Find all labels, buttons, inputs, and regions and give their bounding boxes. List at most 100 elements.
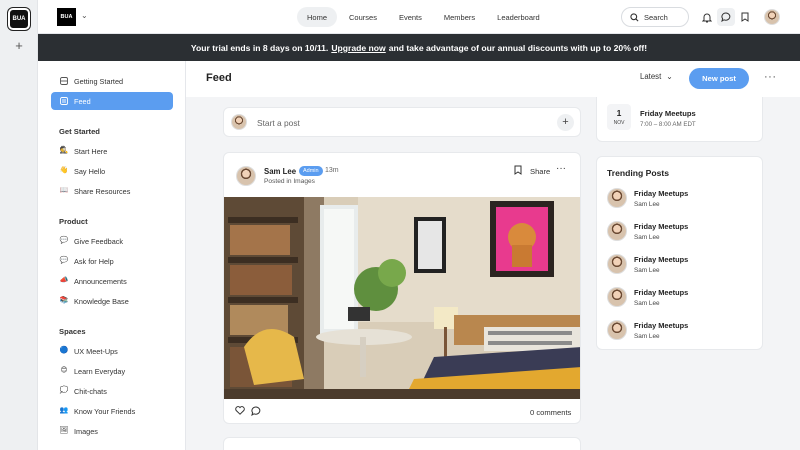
sidebar-item-label: Start Here xyxy=(74,146,108,156)
sidebar-item-start-here[interactable]: 🕵 Start Here xyxy=(51,142,173,160)
nav-members[interactable]: Members xyxy=(434,7,485,27)
user-avatar[interactable] xyxy=(764,9,780,25)
sidebar-item-label: Announcements xyxy=(74,276,127,286)
sidebar-item-label: Ask for Help xyxy=(74,256,114,266)
sidebar-item-chit-chats[interactable]: 💭 Chit-chats xyxy=(51,382,173,400)
avatar xyxy=(607,320,627,340)
sidebar-item-say-hello[interactable]: 👋 Say Hello xyxy=(51,162,173,180)
start-post-box[interactable]: Start a post + xyxy=(223,107,581,137)
trending-item[interactable]: Friday Meetups Sam Lee xyxy=(607,286,757,310)
section-title-spaces: Spaces xyxy=(59,327,86,336)
search-label: Search xyxy=(644,12,668,22)
sidebar-item-label: Know Your Friends xyxy=(74,406,136,416)
nav-home[interactable]: Home xyxy=(297,7,338,27)
more-options-icon[interactable]: ··· xyxy=(764,71,777,83)
bookmark-icon[interactable] xyxy=(736,8,754,26)
comment-icon[interactable] xyxy=(251,406,261,418)
sort-label: Latest xyxy=(640,72,662,81)
sidebar-item-images[interactable]: 🖼 Images xyxy=(51,422,173,440)
sidebar-item-learn-everyday[interactable]: 😊 Learn Everyday xyxy=(51,362,173,380)
nav-leaderboard[interactable]: Leaderboard xyxy=(487,7,550,27)
sidebar-item-label: Give Feedback xyxy=(74,236,124,246)
sidebar-item-give-feedback[interactable]: 💬 Give Feedback xyxy=(51,232,173,250)
book-icon: 📖 xyxy=(59,187,69,194)
event-month: NOV xyxy=(613,120,625,126)
trending-title: Trending Posts xyxy=(607,168,670,178)
sort-dropdown[interactable]: Latest ⌄ xyxy=(640,72,673,81)
sidebar-item-knowledge-base[interactable]: 📚 Knowledge Base xyxy=(51,292,173,310)
sidebar-item-know-your-friends[interactable]: 👥 Know Your Friends xyxy=(51,402,173,420)
sidebar-item-label: UX Meet-Ups xyxy=(74,346,118,356)
event-title[interactable]: Friday Meetups xyxy=(640,109,696,118)
sidebar-item-label: Share Resources xyxy=(74,186,131,196)
avatar[interactable] xyxy=(236,166,256,186)
comments-count[interactable]: 0 comments xyxy=(530,408,571,417)
detective-icon: 🕵 xyxy=(59,147,69,154)
wave-icon: 👋 xyxy=(59,167,69,174)
event-time: 7:00 – 8:00 AM EDT xyxy=(640,121,696,128)
nav-events[interactable]: Events xyxy=(389,7,432,27)
avatar xyxy=(607,287,627,307)
books-icon: 📚 xyxy=(59,297,69,304)
trending-post-title: Friday Meetups xyxy=(634,189,689,198)
search-button[interactable]: Search xyxy=(621,7,689,27)
workspace-logo[interactable]: BUA xyxy=(8,8,30,30)
chevron-down-icon[interactable]: ⌄ xyxy=(81,11,88,20)
bell-icon[interactable] xyxy=(698,8,716,26)
post-timestamp: 13m xyxy=(325,167,339,174)
sidebar-item-announcements[interactable]: 📣 Announcements xyxy=(51,272,173,290)
new-post-button[interactable]: New post xyxy=(689,68,749,89)
chat-icon[interactable] xyxy=(717,8,735,26)
sidebar-item-feed[interactable]: Feed xyxy=(51,92,173,110)
sidebar-item-label: Images xyxy=(74,426,98,436)
sidebar-item-share-resources[interactable]: 📖 Share Resources xyxy=(51,182,173,200)
trending-post-author: Sam Lee xyxy=(634,234,660,241)
trending-item[interactable]: Friday Meetups Sam Lee xyxy=(607,319,757,343)
trending-item[interactable]: Friday Meetups Sam Lee xyxy=(607,220,757,244)
admin-badge: Admin xyxy=(299,166,323,176)
feed-header: Feed Latest ⌄ New post ··· xyxy=(186,61,800,97)
section-title-product: Product xyxy=(59,217,88,226)
trending-post-title: Friday Meetups xyxy=(634,288,689,297)
trending-post-title: Friday Meetups xyxy=(634,255,689,264)
sidebar-item-ask-for-help[interactable]: 💬 Ask for Help xyxy=(51,252,173,270)
more-options-icon[interactable]: ··· xyxy=(556,163,566,174)
upcoming-event-card[interactable]: 1 NOV Friday Meetups 7:00 – 8:00 AM EDT xyxy=(596,97,763,142)
trending-post-author: Sam Lee xyxy=(634,333,660,340)
trending-post-author: Sam Lee xyxy=(634,300,660,307)
brand-logo[interactable]: BUA xyxy=(57,8,76,26)
speech-bubble-icon: 💬 xyxy=(59,237,69,244)
post-space[interactable]: Posted in Images xyxy=(264,178,315,185)
add-workspace-icon[interactable]: + xyxy=(12,39,26,53)
main-nav: Home Courses Events Members Leaderboard xyxy=(297,7,550,27)
trending-post-author: Sam Lee xyxy=(634,267,660,274)
sidebar-item-label: Feed xyxy=(74,96,91,106)
post-author[interactable]: Sam Lee xyxy=(264,167,296,176)
share-button[interactable]: Share xyxy=(530,167,550,176)
section-title-get-started: Get Started xyxy=(59,127,100,136)
event-date: 1 NOV xyxy=(607,104,631,130)
feed-post xyxy=(223,437,581,450)
plus-icon[interactable]: + xyxy=(557,114,574,131)
trending-item[interactable]: Friday Meetups Sam Lee xyxy=(607,187,757,211)
top-header: BUA ⌄ Home Courses Events Members Leader… xyxy=(38,0,800,34)
page-title: Feed xyxy=(206,72,232,84)
left-sidebar: Getting Started Feed Get Started 🕵 Start… xyxy=(38,61,186,450)
heart-icon[interactable] xyxy=(235,406,245,417)
megaphone-icon: 📣 xyxy=(59,277,69,284)
bookmark-icon[interactable] xyxy=(514,165,522,177)
upgrade-link[interactable]: Upgrade now xyxy=(331,43,385,53)
sidebar-item-label: Getting Started xyxy=(74,76,124,86)
avatar xyxy=(607,188,627,208)
post-image[interactable] xyxy=(224,197,581,399)
search-icon xyxy=(630,12,639,21)
nav-courses[interactable]: Courses xyxy=(339,7,387,27)
trending-post-title: Friday Meetups xyxy=(634,321,689,330)
trial-banner: Your trial ends in 8 days on 10/11. Upgr… xyxy=(38,34,800,61)
sidebar-item-ux-meet-ups[interactable]: 🔵 UX Meet-Ups xyxy=(51,342,173,360)
start-post-input[interactable]: Start a post xyxy=(257,118,300,128)
picture-icon: 🖼 xyxy=(59,427,69,434)
trending-item[interactable]: Friday Meetups Sam Lee xyxy=(607,253,757,277)
sidebar-item-getting-started[interactable]: Getting Started xyxy=(51,72,173,90)
trending-post-author: Sam Lee xyxy=(634,201,660,208)
